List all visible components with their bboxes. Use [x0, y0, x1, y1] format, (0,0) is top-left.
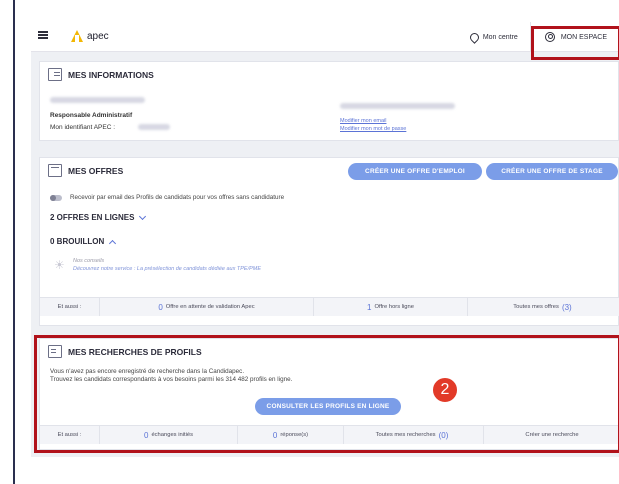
offres-en-ligne-toggle[interactable]: 2 OFFRES EN LIGNES: [50, 212, 147, 222]
offres-hors-ligne-count: 1: [367, 302, 372, 312]
modify-email-link[interactable]: Modifier mon email: [340, 118, 386, 124]
apec-app: apec Mon centre MON ESPACE MES INFORMATI…: [31, 0, 619, 484]
conseil-text: Découvrez notre service : La présélectio…: [73, 266, 261, 272]
offres-attente-label: Offre en attente de validation Apec: [165, 304, 255, 310]
user-email-blurred: [340, 103, 455, 109]
mes-offres-header: MES OFFRES: [48, 164, 123, 177]
identifiant-label: Mon identifiant APEC :: [50, 124, 116, 131]
offres-hors-ligne-link[interactable]: 1 Offre hors ligne: [314, 298, 468, 316]
toutes-offres-link[interactable]: Toutes mes offres (3): [468, 298, 619, 316]
chevron-down-icon: [139, 212, 147, 220]
apec-logo-icon: [70, 29, 84, 43]
id-card-icon: [48, 68, 62, 81]
mes-informations-card: MES INFORMATIONS Responsable Administrat…: [39, 61, 619, 141]
offres-hors-ligne-label: Offre hors ligne: [374, 304, 414, 310]
lightbulb-icon: ☀: [54, 258, 65, 272]
offres-en-ligne-label: 2 OFFRES EN LIGNES: [50, 213, 135, 222]
mes-offres-card: MES OFFRES CRÉER UNE OFFRE D'EMPLOI CRÉE…: [39, 157, 619, 326]
email-profiles-toggle-label: Recevoir par email des Profils de candid…: [70, 194, 285, 201]
conseil-link[interactable]: Découvrez notre service : La présélectio…: [73, 266, 261, 272]
document-icon: [48, 164, 62, 177]
identifiant-value-blurred: [138, 124, 170, 130]
hamburger-menu-icon[interactable]: [38, 31, 48, 39]
chevron-up-icon: [109, 239, 117, 247]
location-pin-icon: [470, 33, 477, 42]
conseil-title: Nos conseils: [73, 258, 105, 264]
email-profiles-toggle[interactable]: [50, 194, 62, 201]
mon-centre-label: Mon centre: [482, 33, 518, 41]
user-name-blurred: [50, 97, 145, 103]
mon-centre-link[interactable]: Mon centre: [470, 22, 531, 52]
offres-attente-link[interactable]: 0 Offre en attente de validation Apec: [100, 298, 314, 316]
mes-offres-title: MES OFFRES: [68, 165, 124, 176]
mes-informations-header: MES INFORMATIONS: [48, 68, 154, 81]
toutes-offres-count: (3): [561, 302, 572, 312]
create-job-offer-button[interactable]: CRÉER UNE OFFRE D'EMPLOI: [348, 163, 482, 180]
mes-informations-title: MES INFORMATIONS: [68, 69, 154, 80]
logo-text: apec: [87, 30, 109, 42]
toutes-offres-label: Toutes mes offres: [513, 304, 559, 310]
modify-password-link[interactable]: Modifier mon mot de passe: [340, 126, 406, 132]
annotation-step-badge: 2: [431, 376, 459, 404]
offres-attente-count: 0: [158, 302, 163, 312]
annotation-frame-mon-espace: [531, 26, 619, 60]
brouillon-label: 0 BROUILLON: [50, 237, 105, 246]
apec-logo[interactable]: apec: [70, 28, 109, 44]
annotation-frame-recherches: [34, 335, 619, 453]
email-profiles-toggle-row: Recevoir par email des Profils de candid…: [50, 194, 284, 201]
user-role: Responsable Administratif: [50, 112, 133, 119]
offres-summary-strip: Et aussi : 0 Offre en attente de validat…: [40, 297, 619, 316]
offres-aussi-label: Et aussi :: [40, 298, 100, 316]
create-internship-offer-button[interactable]: CRÉER UNE OFFRE DE STAGE: [486, 163, 618, 180]
brouillon-toggle[interactable]: 0 BROUILLON: [50, 237, 117, 247]
left-border-line: [13, 0, 15, 484]
